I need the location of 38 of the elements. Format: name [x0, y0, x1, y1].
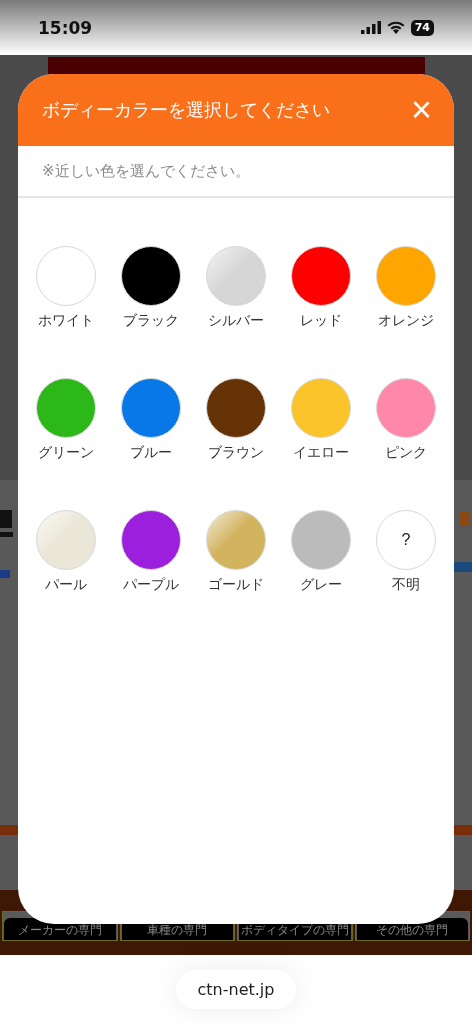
- color-label: ブルー: [130, 444, 172, 462]
- color-option[interactable]: ? 不明: [363, 510, 449, 594]
- color-label: ブラック: [123, 312, 179, 330]
- color-option[interactable]: シルバー: [193, 246, 279, 330]
- question-mark: ?: [401, 531, 411, 549]
- url-bar[interactable]: ctn-net.jp: [175, 970, 297, 1009]
- color-option[interactable]: ゴールド: [193, 510, 279, 594]
- color-label: ホワイト: [38, 312, 94, 330]
- color-label: ブラウン: [208, 444, 264, 462]
- dialog-note: ※近しい色を選んでください。: [42, 161, 250, 181]
- signal-icon: [360, 21, 381, 34]
- color-label: ゴールド: [208, 576, 264, 594]
- color-option[interactable]: ホワイト: [23, 246, 109, 330]
- dialog-title: ボディーカラーを選択してください: [42, 98, 330, 122]
- color-option[interactable]: レッド: [278, 246, 364, 330]
- color-label: レッド: [300, 312, 342, 330]
- color-label: ピンク: [385, 444, 427, 462]
- color-option[interactable]: オレンジ: [363, 246, 449, 330]
- status-time: 15:09: [38, 17, 93, 38]
- color-label: イエロー: [293, 444, 349, 462]
- battery-level: 74: [410, 19, 434, 36]
- color-label: パール: [45, 576, 87, 594]
- color-label: グリーン: [38, 444, 94, 462]
- color-option[interactable]: パール: [23, 510, 109, 594]
- color-option[interactable]: グレー: [278, 510, 364, 594]
- color-option[interactable]: グリーン: [23, 378, 109, 462]
- color-option[interactable]: ブラック: [108, 246, 194, 330]
- color-option[interactable]: ブルー: [108, 378, 194, 462]
- color-option[interactable]: イエロー: [278, 378, 364, 462]
- color-label: シルバー: [208, 312, 264, 330]
- color-option[interactable]: ピンク: [363, 378, 449, 462]
- color-option[interactable]: ブラウン: [193, 378, 279, 462]
- color-label: オレンジ: [378, 312, 434, 330]
- color-option[interactable]: パープル: [108, 510, 194, 594]
- color-label: グレー: [300, 576, 342, 594]
- color-label: パープル: [123, 576, 179, 594]
- color-label: 不明: [392, 576, 420, 594]
- wifi-icon: [386, 21, 405, 34]
